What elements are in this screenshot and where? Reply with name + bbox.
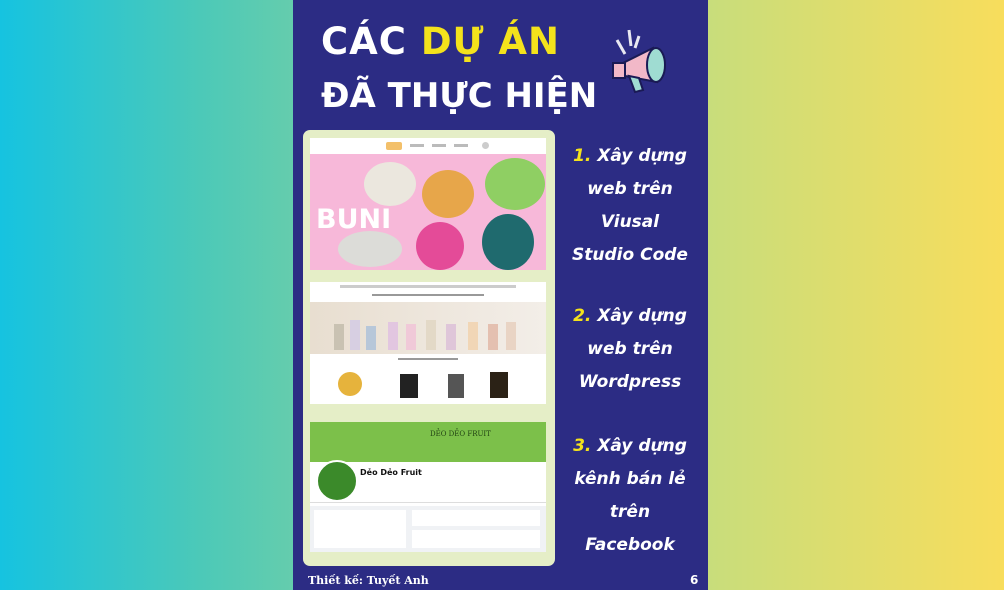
buni-logo: BUNI	[316, 204, 392, 235]
title-line-1: CÁC DỰ ÁN	[321, 20, 560, 63]
megaphone-icon	[599, 20, 681, 102]
title-line-2: ĐÃ THỰC HIỆN	[321, 76, 598, 116]
perfume-bottles-image	[334, 320, 516, 350]
poster: CÁC DỰ ÁN ĐÃ THỰC HIỆN BUNI DẺO DẺO FRUI…	[293, 0, 708, 590]
page-number: 6	[690, 573, 699, 587]
wordpress-website-screenshot	[310, 282, 546, 404]
designer-credit: Thiết kế: Tuyết Anh	[308, 574, 429, 587]
fb-page-avatar	[316, 460, 358, 502]
buni-nav-bar	[310, 138, 546, 154]
fb-page-name: Dẻo Dẻo Fruit	[360, 468, 422, 477]
project-item-1: 1. Xây dựng web trên Viusal Studio Code	[572, 146, 688, 265]
project-item-3: 3. Xây dựng kênh bán lẻ trên Facebook	[573, 436, 687, 555]
title-highlight: DỰ ÁN	[420, 20, 560, 63]
perfume-products-image	[338, 372, 508, 398]
project-item-2: 2. Xây dựng web trên Wordpress	[573, 306, 687, 392]
title-prefix: CÁC	[321, 20, 407, 63]
fb-banner-text: DẺO DẺO FRUIT	[430, 430, 491, 438]
fb-cover-image	[310, 422, 546, 462]
buni-website-screenshot: BUNI	[310, 138, 546, 270]
screenshot-frame: BUNI DẺO DẺO FRUIT Dẻo Dẻo Fruit	[303, 130, 555, 566]
facebook-page-screenshot: DẺO DẺO FRUIT Dẻo Dẻo Fruit	[310, 422, 546, 552]
